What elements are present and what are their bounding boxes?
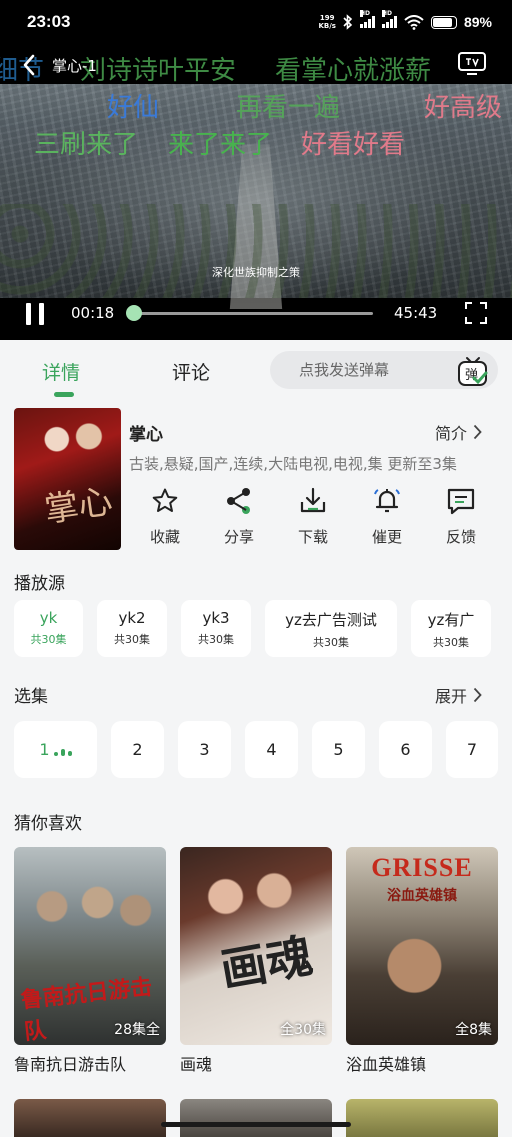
feedback-button[interactable]: 反馈 [436, 486, 486, 547]
expand-label: 展开 [435, 687, 468, 706]
star-icon [152, 488, 178, 512]
show-tags: 古装,悬疑,国产,连续,大陆电视,电视,集 更新至3集 [129, 455, 457, 473]
share-button[interactable]: 分享 [214, 486, 264, 547]
danmaku-item: 再看一遍 [236, 93, 341, 123]
recommend-title: 画魂 [180, 1055, 213, 1074]
episode-badge: 全8集 [455, 1022, 492, 1038]
signal-icon: HD [359, 10, 375, 28]
video-player[interactable]: 23:03 199 KB/s HD HD 89% 细节 刘诗诗叶平安 看掌心就涨… [0, 0, 512, 340]
episode-title: 掌心-1 [52, 56, 97, 75]
recommend-item-next[interactable] [14, 1099, 166, 1137]
share-icon [227, 488, 250, 514]
favorite-button[interactable]: 收藏 [140, 486, 190, 547]
episode-item[interactable]: 6 [379, 721, 432, 778]
current-time: 00:18 [71, 304, 115, 322]
source-item[interactable]: yk2 共30集 [97, 600, 167, 657]
home-indicator[interactable] [161, 1122, 351, 1127]
player-controls: 00:18 45:43 [0, 298, 512, 340]
poster-title: 掌心 [42, 481, 115, 531]
player-header: 掌心-1 [22, 50, 97, 80]
episode-item[interactable]: 1 [14, 721, 97, 778]
signal-icon-2: HD [381, 10, 397, 28]
show-poster[interactable]: 掌心 [14, 408, 121, 550]
poster-title: GRISSE [371, 853, 473, 882]
episodes-heading: 选集 [14, 687, 48, 707]
tab-indicator [54, 392, 74, 397]
recommend-item[interactable]: GRISSE 浴血英雄镇 全8集 浴血英雄镇 [346, 847, 498, 1075]
chevron-right-icon [473, 687, 482, 703]
fullscreen-icon[interactable] [465, 302, 487, 324]
danmaku-item: 好仙 [107, 93, 160, 123]
status-bar: 23:03 199 KB/s HD HD 89% [0, 0, 512, 44]
danmaku-item: 好看好看 [301, 130, 406, 160]
episode-item[interactable]: 2 [111, 721, 164, 778]
tab-comments[interactable]: 评论 [172, 358, 210, 385]
net-speed: 199 KB/s [318, 14, 336, 30]
poster-subtitle: 浴血英雄镇 [387, 888, 457, 904]
danmaku-send-icon[interactable]: 弹 [457, 356, 489, 388]
battery-percent: 89% [463, 14, 492, 30]
detail-tabs: 详情 评论 点我发送弹幕 [0, 340, 512, 400]
source-item[interactable]: yz有广 共30集 [411, 600, 491, 657]
recommend-item[interactable]: 画魂 全30集 画魂 [180, 847, 332, 1075]
sources-heading: 播放源 [14, 574, 65, 594]
episode-item[interactable]: 7 [446, 721, 498, 778]
recommend-heading: 猜你喜欢 [14, 814, 82, 834]
source-item[interactable]: yz去广告测试 共30集 [265, 600, 397, 657]
episode-item[interactable]: 5 [312, 721, 365, 778]
recommend-title: 鲁南抗日游击队 [14, 1055, 127, 1074]
chevron-left-icon [23, 54, 35, 76]
progress-knob[interactable] [126, 305, 142, 321]
progress-bar[interactable] [133, 312, 373, 315]
intro-link[interactable]: 简介 [435, 420, 482, 444]
episode-badge: 全30集 [280, 1022, 326, 1038]
tv-cast-icon[interactable] [457, 50, 487, 76]
recommend-item-next[interactable] [180, 1099, 332, 1137]
recommend-poster: 鲁南抗日游击队 28集全 [14, 847, 166, 1045]
source-item[interactable]: yk3 共30集 [181, 600, 251, 657]
tab-details[interactable]: 详情 [42, 358, 80, 385]
subtitle-caption: 深化世族抑制之策 [212, 266, 300, 279]
episode-item[interactable]: 4 [245, 721, 298, 778]
episode-badge: 28集全 [114, 1022, 160, 1038]
wifi-icon [404, 14, 424, 30]
danmaku-item: 三刷来了 [34, 130, 139, 160]
duration: 45:43 [394, 304, 438, 322]
recommend-title: 浴血英雄镇 [346, 1055, 427, 1074]
danmaku-item: 来了来了 [168, 130, 273, 160]
remind-button[interactable]: 催更 [362, 486, 412, 547]
bell-icon [374, 489, 400, 513]
intro-label: 简介 [435, 424, 468, 443]
bluetooth-icon [343, 14, 353, 30]
danmaku-item: 好高级 [424, 93, 503, 123]
chevron-right-icon [473, 424, 482, 440]
playing-icon [53, 746, 72, 756]
recommend-item[interactable]: 鲁南抗日游击队 28集全 鲁南抗日游击队 [14, 847, 166, 1075]
download-icon [300, 487, 326, 513]
battery-icon [430, 15, 457, 29]
download-button[interactable]: 下载 [288, 486, 338, 547]
recommend-poster: GRISSE 浴血英雄镇 全8集 [346, 847, 498, 1045]
danmaku-item: 看掌心就涨薪 [275, 56, 432, 86]
back-button[interactable] [22, 50, 52, 80]
episode-item[interactable]: 3 [178, 721, 231, 778]
recommend-item-next[interactable] [346, 1099, 498, 1137]
pause-button[interactable] [26, 303, 46, 325]
poster-title: 画魂 [216, 928, 317, 998]
expand-episodes-button[interactable]: 展开 [435, 683, 482, 707]
show-title: 掌心 [129, 425, 163, 445]
danmaku-item: 刘诗诗叶平安 [80, 56, 237, 86]
feedback-icon [447, 488, 475, 515]
recommend-poster: 画魂 全30集 [180, 847, 332, 1045]
source-item[interactable]: yk 共30集 [14, 600, 83, 657]
status-time: 23:03 [27, 12, 71, 31]
